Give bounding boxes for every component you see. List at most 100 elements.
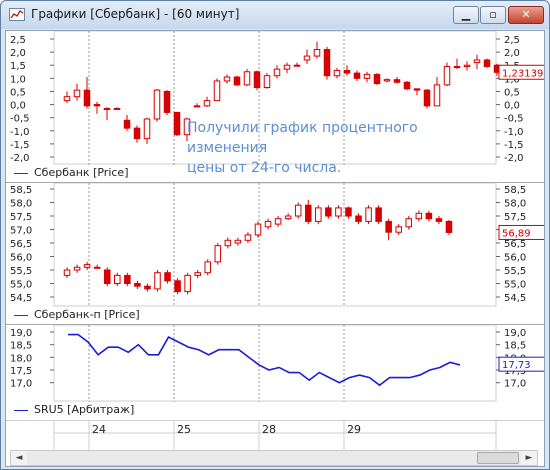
candle bbox=[203, 96, 211, 108]
y-tick-label: 58,0 bbox=[10, 199, 32, 210]
horizontal-scrollbar[interactable]: ◄ ► bbox=[10, 450, 538, 466]
candle bbox=[163, 90, 171, 116]
candle bbox=[483, 58, 491, 68]
pane-sberbank-pref[interactable]: 58,558,558,058,057,557,557,057,056,556,5… bbox=[6, 183, 544, 325]
candle bbox=[164, 270, 171, 284]
candle bbox=[73, 83, 81, 101]
candle bbox=[134, 280, 141, 289]
candle bbox=[335, 205, 342, 219]
candle bbox=[413, 88, 421, 96]
y-tick-label: 18,5 bbox=[504, 341, 526, 352]
plot-frame bbox=[53, 325, 497, 402]
candle bbox=[375, 205, 382, 225]
y-tick-label: -1,0 bbox=[504, 127, 524, 138]
candle bbox=[153, 88, 161, 122]
candle bbox=[415, 210, 423, 222]
legend-label: Сбербанк [Price] bbox=[34, 166, 129, 179]
minimize-button[interactable]: ▁ bbox=[453, 6, 479, 24]
candle bbox=[103, 267, 111, 287]
candle bbox=[425, 210, 433, 222]
y-tick-label: 17,0 bbox=[504, 379, 526, 390]
y-tick-label: -2,0 bbox=[504, 153, 524, 164]
y-tick-label: 2,5 bbox=[504, 35, 520, 46]
candle bbox=[213, 78, 221, 102]
candle bbox=[393, 77, 401, 84]
maximize-button[interactable]: ▫ bbox=[480, 6, 506, 24]
svg-text:17,73: 17,73 bbox=[502, 360, 531, 371]
candle bbox=[463, 61, 471, 71]
chart-app-icon bbox=[9, 8, 25, 21]
time-axis: 24 25 28 29 bbox=[6, 420, 544, 451]
candle bbox=[383, 78, 391, 83]
candle bbox=[93, 101, 101, 114]
candle bbox=[143, 117, 151, 144]
sberbank-pref-chart[interactable]: 58,558,558,058,057,557,557,057,056,556,5… bbox=[6, 183, 544, 307]
candle bbox=[345, 206, 352, 219]
close-button[interactable]: ✕ bbox=[508, 6, 544, 24]
scroll-right-arrow-icon[interactable]: ► bbox=[521, 451, 537, 465]
plot-frame bbox=[53, 183, 497, 307]
last-value-label: 17,73 bbox=[498, 356, 544, 372]
scroll-left-arrow-icon[interactable]: ◄ bbox=[11, 451, 27, 465]
legend-line-red bbox=[14, 315, 28, 316]
candle bbox=[193, 103, 201, 108]
y-tick-label: -2,0 bbox=[10, 153, 30, 164]
svg-text:56,89: 56,89 bbox=[502, 228, 531, 239]
candle bbox=[123, 115, 131, 131]
candle bbox=[223, 74, 231, 84]
annotation-line-2: цены от 24-го числа. bbox=[187, 160, 342, 176]
title-bar[interactable]: Графики [Сбербанк] - [60 минут] ▁ ▫ ✕ bbox=[1, 1, 549, 29]
candle bbox=[294, 202, 302, 219]
sru5-arbitrage-chart[interactable]: 19,019,018,518,518,018,017,517,517,017,0… bbox=[6, 325, 544, 402]
time-tick-label: 29 bbox=[347, 423, 361, 436]
candle bbox=[194, 270, 201, 279]
y-tick-label: 56,5 bbox=[504, 239, 526, 250]
y-tick-label: 2,5 bbox=[10, 35, 26, 46]
pane-sru5[interactable]: 19,019,018,518,518,018,017,517,517,017,0… bbox=[6, 325, 544, 420]
candle bbox=[365, 205, 372, 225]
candle bbox=[173, 111, 181, 137]
candle bbox=[373, 73, 381, 85]
y-tick-label: 17,0 bbox=[10, 379, 32, 390]
chart-window: Графики [Сбербанк] - [60 минут] ▁ ▫ ✕ 2,… bbox=[0, 0, 550, 470]
y-tick-label: 0,5 bbox=[504, 87, 520, 98]
candle bbox=[254, 221, 262, 238]
y-tick-label: 55,5 bbox=[10, 266, 32, 277]
y-tick-label: 55,5 bbox=[504, 266, 526, 277]
candle bbox=[405, 216, 413, 230]
y-tick-label: 56,0 bbox=[504, 253, 526, 264]
y-tick-label: 58,0 bbox=[504, 199, 526, 210]
candle bbox=[333, 67, 341, 79]
last-value-label: 56,89 bbox=[498, 224, 544, 240]
y-tick-label: 17,5 bbox=[10, 366, 32, 377]
candle bbox=[83, 77, 91, 109]
legend-label: Сбербанк-п [Price] bbox=[34, 308, 140, 321]
y-tick-label: 57,5 bbox=[10, 212, 32, 223]
candle bbox=[124, 272, 131, 287]
series-line bbox=[68, 333, 461, 387]
candle bbox=[214, 243, 222, 265]
y-tick-label: 54,5 bbox=[504, 293, 526, 304]
window-title: Графики [Сбербанк] - [60 минут] bbox=[31, 7, 240, 21]
candle bbox=[204, 259, 212, 276]
candle bbox=[274, 216, 282, 227]
candle bbox=[73, 264, 81, 273]
scroll-thumb[interactable] bbox=[477, 452, 519, 464]
candle bbox=[445, 220, 453, 235]
y-tick-label: 56,5 bbox=[10, 239, 32, 250]
candle bbox=[244, 232, 252, 243]
candle bbox=[303, 49, 311, 64]
chart-area: 2,52,52,02,01,51,51,01,00,50,50,00,0-0,5… bbox=[5, 30, 545, 467]
candle bbox=[154, 270, 161, 292]
y-tick-label: 55,0 bbox=[504, 280, 526, 291]
candle bbox=[343, 65, 351, 76]
candle bbox=[293, 62, 301, 67]
y-tick-label: 58,5 bbox=[10, 185, 32, 196]
candle bbox=[144, 283, 151, 292]
candle bbox=[263, 73, 271, 89]
y-tick-label: 0,0 bbox=[504, 101, 520, 112]
candle bbox=[93, 264, 101, 269]
y-tick-label: 2,0 bbox=[504, 48, 520, 59]
candle bbox=[315, 205, 322, 225]
candle bbox=[284, 213, 292, 221]
